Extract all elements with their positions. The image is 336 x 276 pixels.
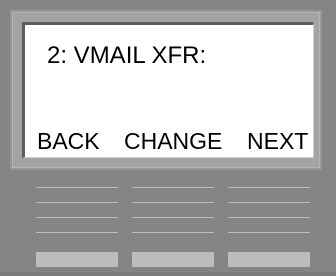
label-line [228, 202, 310, 203]
line-key-1[interactable] [36, 252, 118, 267]
label-line [36, 187, 118, 188]
line-key-3[interactable] [228, 252, 310, 267]
panel-bottom-edge [0, 272, 336, 276]
label-line [36, 217, 118, 218]
phone-panel: 2: VMAIL XFR: BACK CHANGE NEXT [0, 0, 336, 276]
label-line [228, 217, 310, 218]
label-line [132, 232, 214, 233]
label-line [228, 232, 310, 233]
label-line [36, 202, 118, 203]
label-line [132, 217, 214, 218]
label-line [132, 202, 214, 203]
label-line [228, 187, 310, 188]
label-line [36, 232, 118, 233]
line-key-2[interactable] [132, 252, 214, 267]
softkey-next-label[interactable]: NEXT [247, 128, 308, 155]
display-line-1: 2: VMAIL XFR: [47, 42, 207, 69]
softkey-back-label[interactable]: BACK [37, 128, 100, 155]
label-line [132, 187, 214, 188]
softkey-change-label[interactable]: CHANGE [124, 128, 222, 155]
